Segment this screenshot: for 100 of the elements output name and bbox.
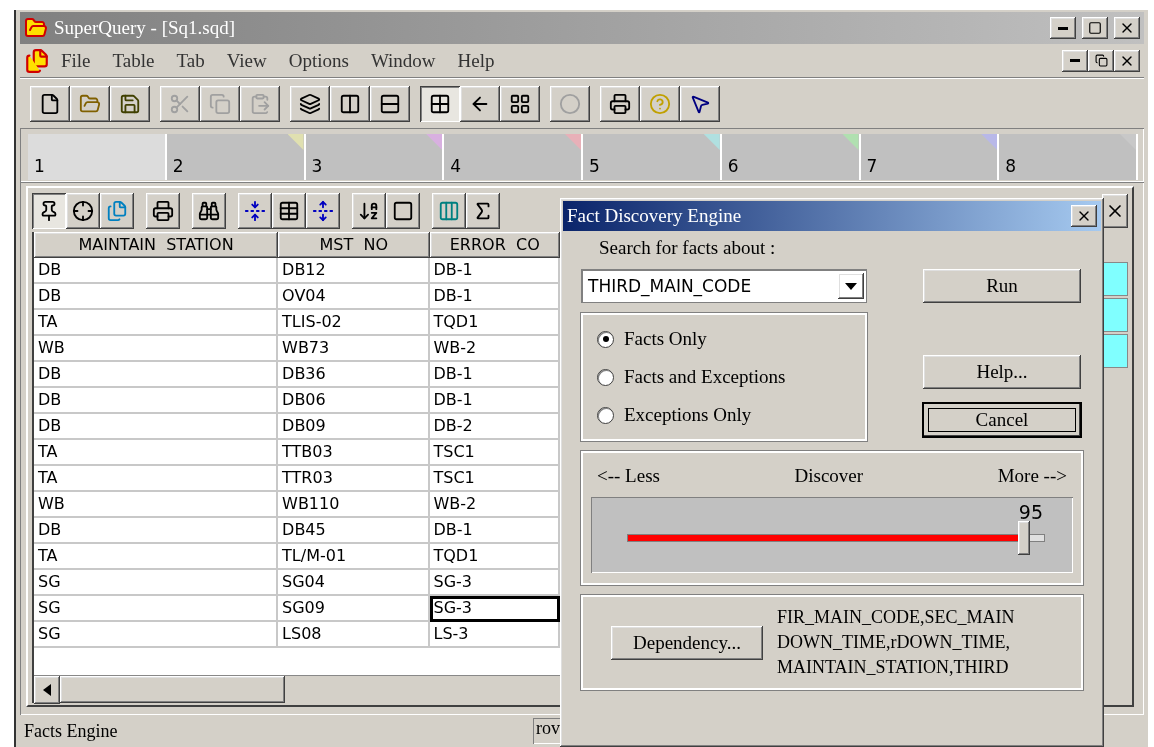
toolbar-button[interactable]	[352, 193, 386, 229]
dialog-button[interactable]: Help...	[923, 355, 1081, 389]
toolbar-button[interactable]	[238, 193, 272, 229]
tab[interactable]: 3	[305, 134, 445, 180]
menu-item[interactable]: Window	[359, 49, 447, 72]
minimize-button[interactable]	[1050, 17, 1076, 39]
toolbar-button[interactable]	[432, 193, 466, 229]
toolbar-button[interactable]	[600, 85, 640, 122]
printer-icon	[152, 200, 174, 222]
table-cell: WB73	[278, 336, 430, 362]
close-button[interactable]	[1071, 205, 1097, 227]
slider-thumb[interactable]	[1018, 521, 1031, 555]
run-button[interactable]: Run	[923, 269, 1081, 303]
radio-button[interactable]	[597, 406, 614, 424]
column-header[interactable]: MST NO	[278, 232, 430, 258]
toolbar-button[interactable]	[70, 85, 110, 122]
table-cell: SG	[34, 622, 279, 648]
menu-item[interactable]: Help	[446, 49, 506, 72]
stacked-windows-icon	[299, 92, 321, 115]
minimize-button[interactable]	[1062, 49, 1088, 72]
tab[interactable]: 5	[583, 134, 722, 180]
restore-button[interactable]	[1088, 49, 1114, 72]
slider-track[interactable]	[627, 521, 1045, 555]
toolbar-button[interactable]	[370, 85, 410, 122]
radio-button[interactable]	[597, 330, 614, 348]
table-cell: DB45	[278, 518, 430, 544]
tab[interactable]: 1	[28, 134, 167, 180]
save-icon	[119, 92, 141, 115]
menu-item[interactable]: File	[50, 49, 102, 72]
toolbar-button[interactable]	[192, 193, 226, 229]
tab[interactable]: 6	[721, 134, 861, 180]
columns-icon	[339, 92, 361, 115]
new-file-icon	[39, 92, 61, 115]
menu-item[interactable]: View	[215, 49, 278, 72]
toolbar-button[interactable]	[100, 193, 134, 229]
toolbar-button[interactable]	[146, 193, 180, 229]
toolbar-button[interactable]	[32, 193, 66, 229]
scissors-icon	[169, 92, 191, 115]
column-header[interactable]: MAINTAIN STATION	[34, 232, 279, 258]
table-cell: TA	[34, 544, 279, 570]
tab[interactable]: 8	[999, 134, 1138, 180]
radio-button[interactable]	[597, 368, 614, 386]
toolbar-button[interactable]	[66, 193, 100, 229]
toolbar-button[interactable]	[680, 85, 720, 122]
table-cell: SG-3	[429, 596, 560, 622]
toolbar-button[interactable]	[30, 85, 70, 122]
close-button[interactable]	[1114, 49, 1140, 72]
scrollbar-thumb[interactable]	[60, 676, 285, 703]
menu-item[interactable]: Options	[277, 49, 360, 72]
dialog-button[interactable]: Cancel	[923, 403, 1081, 437]
toolbar-button[interactable]	[420, 85, 460, 122]
horizontal-scrollbar[interactable]	[34, 675, 560, 703]
copy-icon	[209, 92, 231, 115]
table-cell: TA	[34, 440, 279, 466]
grid-icon	[429, 92, 451, 115]
files-icon	[106, 200, 128, 222]
column-header[interactable]: ERROR CO	[429, 232, 560, 258]
toolbar-button[interactable]	[290, 85, 330, 122]
toolbar-button[interactable]	[272, 193, 306, 229]
table-cell: TA	[34, 466, 279, 492]
radio-label: Exceptions Only	[624, 404, 752, 426]
window-title: SuperQuery - [Sq1.sqd]	[54, 17, 236, 39]
toolbar-button[interactable]	[640, 85, 680, 122]
close-button[interactable]	[1114, 17, 1140, 39]
tab[interactable]: 7	[860, 134, 1000, 180]
collapse-icon	[244, 200, 266, 222]
radio-option[interactable]: Facts and Exceptions	[597, 363, 851, 391]
toolbar-button[interactable]	[330, 85, 370, 122]
menu-item[interactable]: Table	[101, 49, 166, 72]
table-cell: DB	[34, 414, 279, 440]
field-list-line: MAINTAIN_STATION,THIRD	[777, 657, 1010, 678]
dependency-button[interactable]: Dependency...	[611, 625, 763, 660]
radio-option[interactable]: Facts Only	[597, 325, 851, 353]
table-cell: SG04	[278, 570, 430, 596]
tab[interactable]: 2	[166, 134, 306, 180]
dropdown-field[interactable]: THIRD_MAIN_CODE	[581, 269, 867, 303]
slider-min-label: <-- Less	[597, 465, 660, 487]
table-cell: SG09	[278, 596, 430, 622]
maximize-icon	[1088, 21, 1102, 35]
maximize-button[interactable]	[1082, 17, 1108, 39]
close-button[interactable]	[1102, 194, 1128, 228]
tab[interactable]: 4	[444, 134, 583, 180]
radio-label: Facts and Exceptions	[624, 366, 786, 388]
crosshair-icon	[72, 200, 94, 222]
minimize-icon	[1070, 59, 1080, 62]
table-cell: TA	[34, 310, 279, 336]
help-icon	[649, 92, 671, 115]
slider-value: 95	[1018, 501, 1043, 523]
menu-item[interactable]: Tab	[165, 49, 216, 72]
dropdown-arrow-icon	[845, 282, 857, 290]
toolbar-button[interactable]	[460, 85, 500, 122]
toolbar-button[interactable]	[386, 193, 420, 229]
toolbar-button[interactable]	[306, 193, 340, 229]
scroll-left-button[interactable]	[34, 676, 60, 704]
toolbar-button[interactable]	[500, 85, 540, 122]
table-cell: DB	[34, 284, 279, 310]
toolbar-button[interactable]	[466, 193, 500, 229]
radio-option[interactable]: Exceptions Only	[597, 401, 851, 429]
toolbar-button[interactable]	[110, 85, 150, 122]
table-cell: WB	[34, 492, 279, 518]
